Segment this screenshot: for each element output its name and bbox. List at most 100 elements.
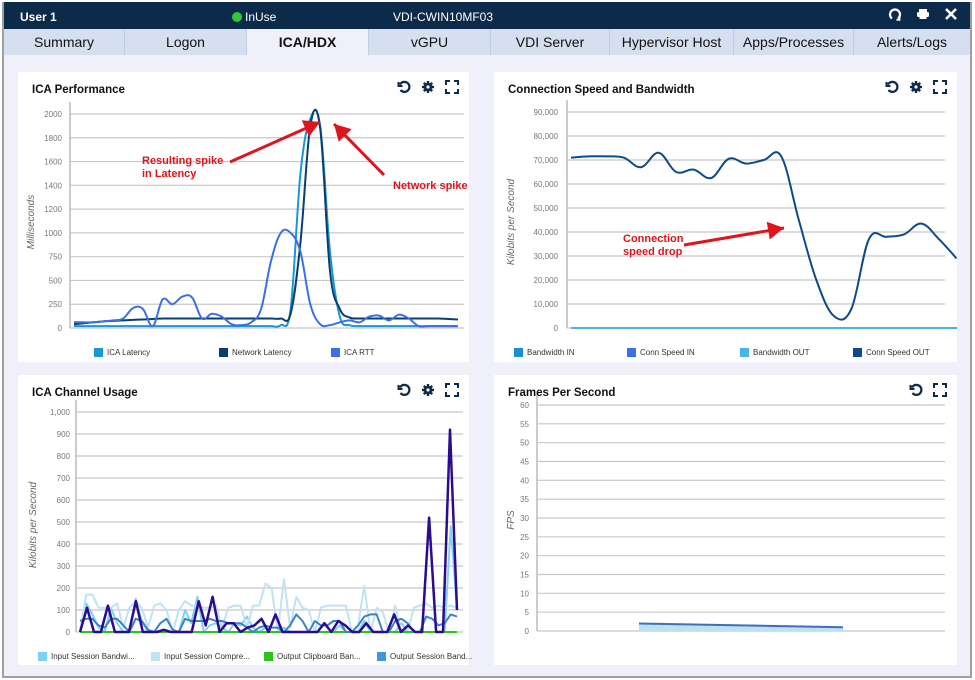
y-tick-label: 900	[57, 430, 71, 439]
y-tick-label: 25	[520, 533, 529, 542]
y-tick-label: 40,000	[534, 228, 559, 237]
ica-performance-chart: 0 250 500 750 1000 1200 1400 1600 1800 2000 Millis…	[26, 102, 464, 333]
print-icon[interactable]	[916, 7, 930, 23]
panel-title: Frames Per Second	[508, 387, 616, 399]
y-tick-label: 1200	[44, 205, 62, 214]
y-tick-label: 15	[520, 571, 529, 580]
fullscreen-icon[interactable]	[445, 383, 459, 397]
y-tick-label: 40	[520, 476, 529, 485]
connection-speed-panel: 0 10,000 20,000 30,000 40,000 50,000 60,000 70,…	[494, 72, 957, 362]
legend-item[interactable]: Bandwidth OUT	[740, 348, 853, 357]
y-tick-label: 10,000	[534, 300, 559, 309]
tab-logon[interactable]: Logon	[125, 29, 247, 55]
y-tick-label: 35	[520, 495, 529, 504]
y-tick-label: 10	[520, 589, 529, 598]
y-tick-label: 60	[520, 401, 529, 410]
fps-panel: 0 5 10 15 20 25 30 35 40 45 50 55 60 FPS Frames Per S…	[494, 375, 957, 665]
fullscreen-icon[interactable]	[445, 80, 459, 94]
y-tick-label: 0	[58, 324, 63, 333]
tab-bar: Summary Logon ICA/HDX vGPU VDI Server Hy…	[4, 29, 970, 55]
y-tick-label: 70,000	[534, 156, 559, 165]
refresh-icon[interactable]	[909, 383, 923, 397]
legend-item[interactable]: Input Session Bandwi...	[38, 652, 151, 661]
tab-vgpu[interactable]: vGPU	[369, 29, 491, 55]
y-tick-label: 500	[49, 276, 63, 285]
legend-item[interactable]: Network Latency	[219, 348, 331, 357]
refresh-icon[interactable]	[888, 7, 902, 23]
console-window: User 1 InUse VDI-CWIN10MF03 Summary Logo…	[2, 2, 972, 678]
chart-legend: Bandwidth IN Conn Speed IN Bandwidth OUT…	[514, 348, 930, 357]
y-tick-label: 0	[554, 324, 559, 333]
y-tick-label: 55	[520, 420, 529, 429]
y-tick-label: 30	[520, 514, 529, 523]
y-tick-label: 0	[525, 627, 530, 636]
y-tick-label: 0	[66, 628, 71, 637]
legend-item[interactable]: Conn Speed IN	[627, 348, 740, 357]
gear-icon[interactable]	[909, 80, 923, 94]
series-line-input-session-bandwi	[79, 525, 458, 633]
tab-apps-processes[interactable]: Apps/Processes	[734, 29, 854, 55]
refresh-icon[interactable]	[397, 383, 411, 397]
legend-item[interactable]: ICA Latency	[94, 348, 219, 357]
fullscreen-icon[interactable]	[933, 383, 947, 397]
refresh-icon[interactable]	[885, 80, 899, 94]
y-axis-label: Kilobits per Second	[506, 178, 517, 265]
ica-performance-panel: 0 250 500 750 1000 1200 1400 1600 1800 2000 Millis…	[18, 72, 469, 362]
y-axis-label: FPS	[506, 510, 517, 530]
y-tick-label: 200	[57, 584, 71, 593]
y-axis-label: Kilobits per Second	[28, 481, 39, 568]
y-tick-label: 20,000	[534, 276, 559, 285]
panel-title: ICA Performance	[32, 84, 125, 96]
y-tick-label: 800	[57, 452, 71, 461]
legend-item[interactable]: Input Session Compre...	[151, 652, 264, 661]
y-tick-label: 60,000	[534, 180, 559, 189]
annotation-arrow-connection-head	[766, 221, 784, 240]
y-axis-label: Milliseconds	[26, 195, 37, 249]
chart-legend: ICA Latency Network Latency ICA RTT	[94, 348, 375, 357]
ica-channel-usage-chart: 0 100 200 300 400 500 600 700 800 900 1,000 Kilobit…	[28, 400, 463, 637]
legend-item[interactable]: Conn Speed OUT	[853, 348, 930, 357]
tab-hypervisor-host[interactable]: Hypervisor Host	[610, 29, 734, 55]
y-tick-label: 30,000	[534, 252, 559, 261]
legend-item[interactable]: Bandwidth IN	[514, 348, 627, 357]
series-line-ica-rtt	[73, 228, 458, 328]
close-icon[interactable]	[944, 7, 958, 23]
fps-chart: 0 5 10 15 20 25 30 35 40 45 50 55 60 FPS	[506, 393, 945, 636]
tab-summary[interactable]: Summary	[4, 29, 125, 55]
y-tick-label: 600	[57, 496, 71, 505]
y-tick-label: 750	[49, 253, 63, 262]
y-tick-label: 250	[49, 300, 63, 309]
gear-icon[interactable]	[421, 383, 435, 397]
y-tick-label: 400	[57, 540, 71, 549]
tab-alerts-logs[interactable]: Alerts/Logs	[854, 29, 970, 55]
series-line-ica-channel-total	[78, 428, 459, 634]
session-status: InUse	[232, 10, 276, 24]
y-tick-label: 1000	[44, 229, 62, 238]
status-label: InUse	[245, 10, 277, 24]
legend-item[interactable]: Output Clipboard Ban...	[264, 652, 377, 661]
y-tick-label: 50,000	[534, 204, 559, 213]
y-tick-label: 100	[57, 606, 71, 615]
title-bar: User 1 InUse VDI-CWIN10MF03	[4, 2, 970, 29]
fullscreen-icon[interactable]	[933, 80, 947, 94]
chart-legend: Input Session Bandwi... Input Session Co…	[38, 652, 472, 661]
legend-item[interactable]: ICA RTT	[331, 348, 375, 357]
y-tick-label: 80,000	[534, 132, 559, 141]
series-line-network-latency	[73, 108, 459, 326]
y-tick-label: 300	[57, 562, 71, 571]
annotation-connection-drop: Connection speed drop	[623, 233, 684, 258]
tab-vdi-server[interactable]: VDI Server	[491, 29, 610, 55]
legend-item[interactable]: Output Session Band...	[377, 652, 472, 661]
gear-icon[interactable]	[421, 80, 435, 94]
y-tick-label: 700	[57, 474, 71, 483]
tab-ica-hdx[interactable]: ICA/HDX	[247, 29, 369, 55]
refresh-icon[interactable]	[397, 80, 411, 94]
panel-title: ICA Channel Usage	[32, 387, 138, 399]
y-tick-label: 90,000	[534, 108, 559, 117]
y-tick-label: 5	[525, 608, 530, 617]
y-tick-label: 1800	[44, 134, 62, 143]
annotation-latency-spike: Resulting spike in Latency	[142, 155, 224, 180]
y-tick-label: 50	[520, 439, 529, 448]
status-dot-icon	[232, 12, 242, 22]
connection-speed-chart: 0 10,000 20,000 30,000 40,000 50,000 60,000 70,…	[506, 100, 957, 333]
